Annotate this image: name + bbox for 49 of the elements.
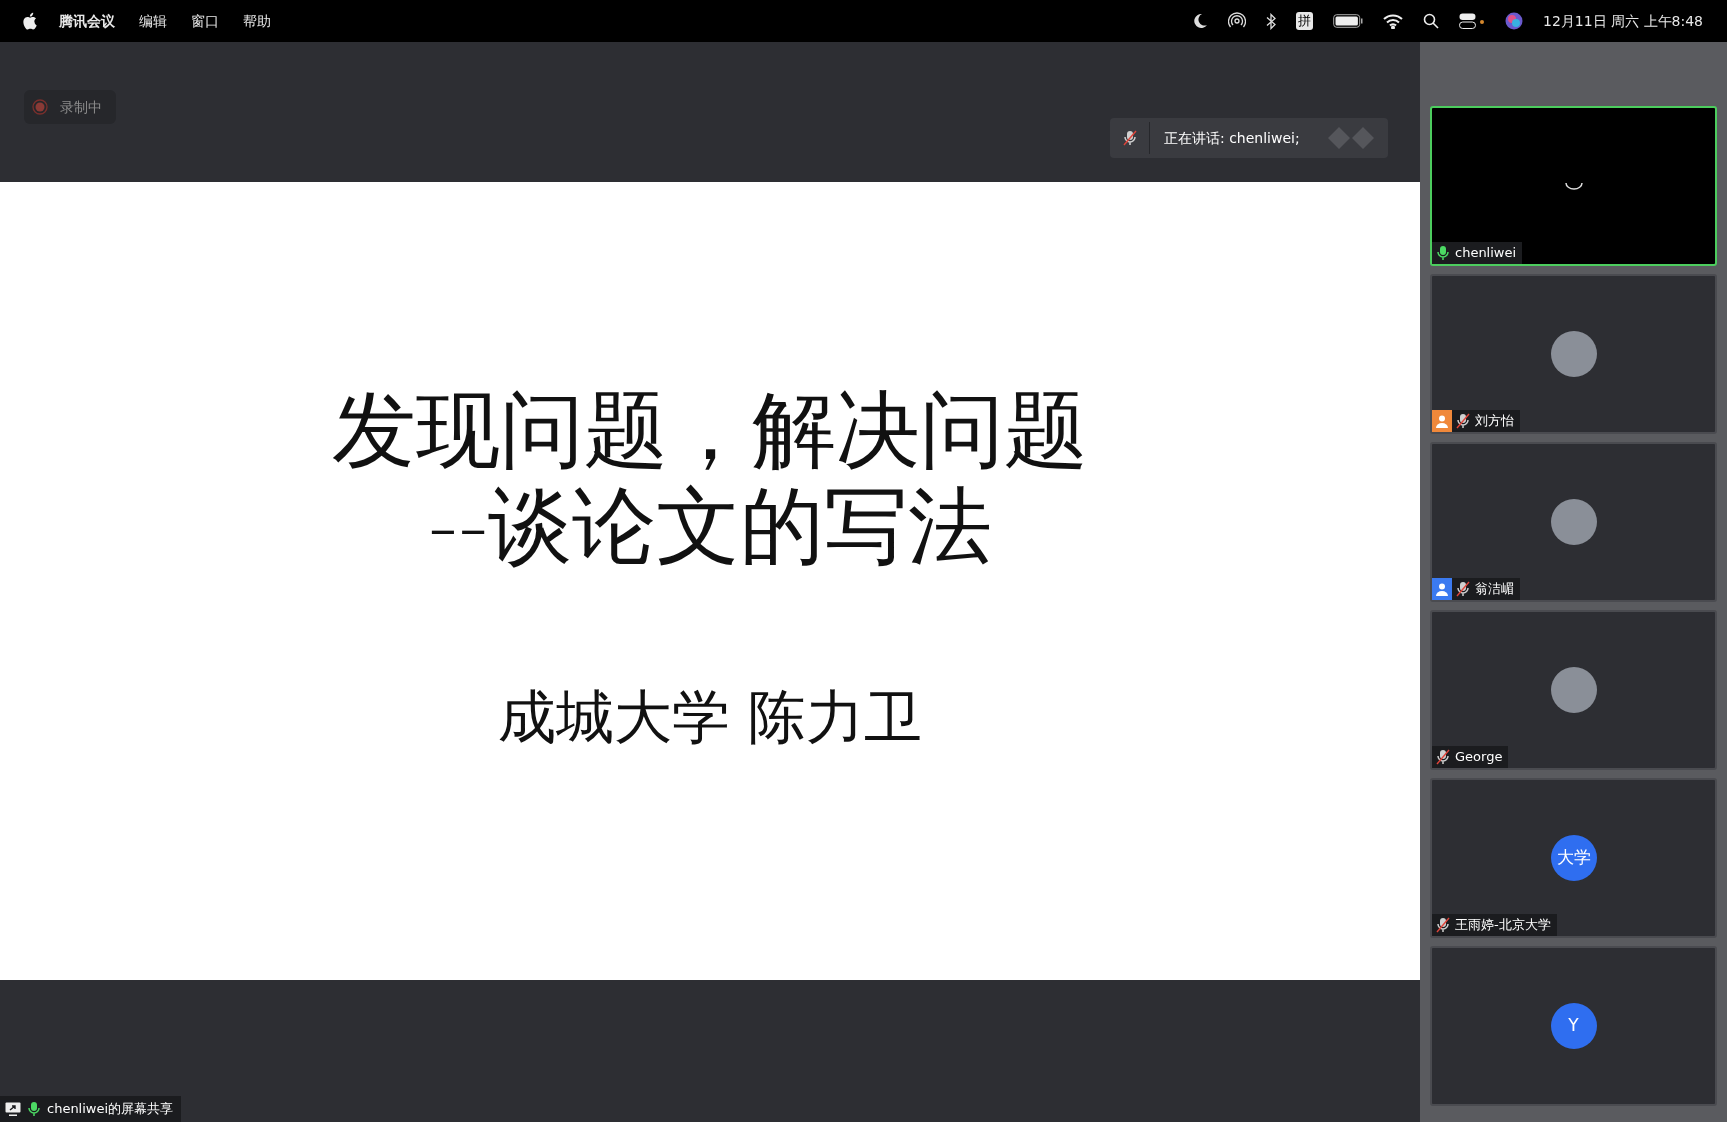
menu-item[interactable]: 编辑: [139, 10, 167, 32]
menu-item[interactable]: 腾讯会议: [59, 10, 115, 32]
participant-tile[interactable]: 刘方怡: [1430, 274, 1717, 434]
slide-title-line: 发现问题，解决问题: [332, 382, 1088, 478]
slide-title-line: --谈论文的写法: [427, 478, 993, 574]
participant-name: 刘方怡: [1475, 412, 1514, 431]
apple-logo-icon[interactable]: [22, 12, 37, 30]
participant-tile[interactable]: chenliwei: [1430, 106, 1717, 266]
bluetooth-icon[interactable]: [1266, 12, 1277, 30]
siri-icon[interactable]: [1505, 12, 1524, 30]
participant-tile[interactable]: 大学 王雨婷-北京大学: [1430, 778, 1717, 938]
recording-label: 录制中: [60, 97, 102, 117]
speaking-text: 正在讲话: chenliwei;: [1164, 128, 1300, 148]
control-center-icon[interactable]: [1459, 13, 1486, 29]
participant-name: 翁洁嵋: [1475, 580, 1514, 599]
avatar-photo-placeholder: [1550, 667, 1597, 713]
participant-tile[interactable]: George: [1430, 610, 1717, 770]
recording-badge[interactable]: 录制中: [24, 90, 116, 124]
slide-subtitle: 成城大学 陈力卫: [497, 682, 923, 753]
menu-bar-clock[interactable]: 12月11日 周六 上午8:48: [1543, 10, 1703, 32]
participant-tile[interactable]: 翁洁嵋: [1430, 442, 1717, 602]
mic-icon: [1436, 245, 1450, 261]
search-icon[interactable]: [1423, 13, 1440, 29]
muted-mic-icon: [1436, 917, 1450, 933]
loading-spinner-icon: [1563, 181, 1584, 191]
avatar-photo-placeholder: [1550, 499, 1597, 545]
menu-item[interactable]: 窗口: [191, 10, 219, 32]
participant-name: 王雨婷-北京大学: [1455, 916, 1551, 935]
battery-icon[interactable]: [1333, 14, 1364, 28]
airdrop-icon[interactable]: [1228, 12, 1247, 30]
menu-item[interactable]: 帮助: [243, 10, 271, 32]
participant-name: George: [1455, 748, 1503, 767]
record-icon: [32, 99, 48, 115]
muted-mic-icon: [1456, 581, 1470, 597]
muted-mic-icon: [1122, 130, 1137, 146]
muted-mic-icon: [1456, 413, 1470, 429]
share-label: chenliwei的屏幕共享: [47, 1100, 174, 1119]
muted-mic-icon: [1436, 749, 1450, 765]
screen-share-icon: [5, 1101, 21, 1117]
participant-tile[interactable]: Y: [1430, 946, 1717, 1106]
initials-avatar: 大学: [1550, 835, 1597, 881]
mic-icon: [27, 1101, 41, 1117]
moon-icon[interactable]: [1192, 13, 1209, 29]
avatar-photo-placeholder: [1550, 331, 1597, 377]
participant-name: chenliwei: [1455, 244, 1517, 263]
wifi-icon[interactable]: [1383, 13, 1404, 29]
initials-avatar: Y: [1550, 1003, 1597, 1049]
input-method-indicator[interactable]: 拼: [1296, 12, 1314, 30]
logo-icon: [1326, 125, 1376, 151]
